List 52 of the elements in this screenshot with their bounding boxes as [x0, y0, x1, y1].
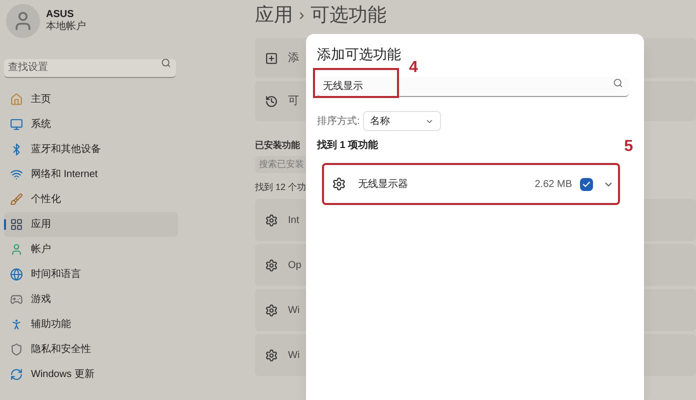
feature-row[interactable]: 无线显示器 2.62 MB: [322, 163, 620, 205]
checkbox[interactable]: [580, 178, 593, 190]
selection-indicator: [4, 219, 6, 230]
history-icon: [265, 94, 278, 108]
brush-icon: [10, 193, 23, 206]
user-name: ASUS: [46, 8, 75, 20]
refresh-icon: [10, 368, 23, 381]
nav-item[interactable]: 帐户: [4, 237, 178, 262]
check-icon: [582, 180, 591, 188]
nav-item[interactable]: 网络和 Internet: [4, 162, 178, 187]
monitor-icon: [10, 118, 23, 131]
home-icon: [10, 93, 23, 106]
annotation-label: 4: [409, 60, 418, 76]
search-field[interactable]: 查找设置: [4, 58, 176, 78]
sort-label: 排序方式:: [317, 114, 360, 128]
search-icon: [161, 58, 171, 68]
section-heading: 已安装功能: [255, 139, 300, 152]
bluetooth-icon: [10, 143, 23, 156]
globe-icon: [10, 268, 23, 281]
person-icon: [10, 243, 23, 256]
nav-item[interactable]: 主页: [4, 87, 178, 112]
cog-icon: [265, 214, 278, 226]
cog-icon: [265, 258, 278, 272]
nav-item[interactable]: 辅助功能: [4, 312, 178, 337]
shield-icon: [10, 343, 23, 356]
search-icon: [613, 78, 623, 88]
page-title: 可选功能: [310, 4, 386, 28]
nav-item[interactable]: 时间和语言: [4, 262, 178, 287]
feature-size: 2.62 MB: [534, 178, 572, 192]
gamepad-icon: [10, 293, 23, 306]
sort-dropdown[interactable]: 名称: [362, 111, 441, 131]
nav-item[interactable]: 个性化: [4, 187, 178, 212]
apps-icon: [10, 218, 23, 231]
nav-item[interactable]: 蓝牙和其他设备: [4, 137, 178, 162]
add-icon: [265, 52, 278, 64]
nav-item[interactable]: Windows 更新: [4, 362, 178, 387]
dialog-title: 添加可选功能: [317, 45, 401, 64]
accessibility-icon: [10, 318, 23, 331]
cog-icon: [265, 304, 278, 316]
nav-item[interactable]: 游戏: [4, 287, 178, 312]
result-count: 找到 1 项功能: [317, 138, 378, 153]
nav-item[interactable]: 应用: [4, 212, 178, 237]
page-title: 应用: [255, 4, 293, 28]
account-type: 本地帐户: [46, 21, 86, 34]
nav-item[interactable]: 隐私和安全性: [4, 337, 178, 362]
breadcrumb-separator: ›: [299, 6, 304, 26]
annotation-label: 5: [624, 139, 633, 155]
search-field[interactable]: 无线显示: [317, 76, 629, 96]
cog-icon: [332, 177, 346, 191]
nav-item[interactable]: 系统: [4, 112, 178, 137]
result-count: 找到 12 个功: [255, 180, 306, 194]
cog-icon: [265, 348, 278, 362]
